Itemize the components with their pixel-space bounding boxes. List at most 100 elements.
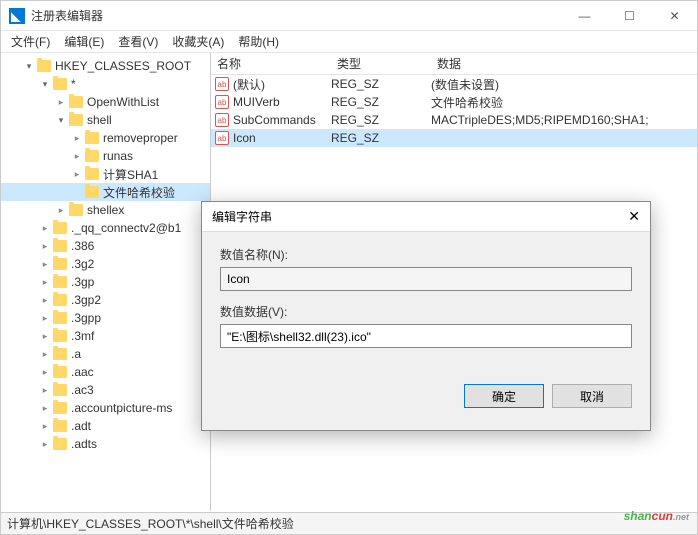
string-value-icon [215, 113, 229, 127]
tree-item[interactable]: * [1, 75, 210, 93]
value-type: REG_SZ [331, 95, 431, 109]
tree-item[interactable]: 计算SHA1 [1, 165, 210, 183]
tree-item[interactable]: .3gp [1, 273, 210, 291]
expander-icon[interactable] [39, 78, 51, 90]
ok-button[interactable]: 确定 [464, 384, 544, 408]
value-data: (数值未设置) [431, 76, 697, 93]
tree-item[interactable]: .adt [1, 417, 210, 435]
folder-icon [69, 204, 83, 216]
folder-icon [53, 420, 67, 432]
expander-icon[interactable] [39, 240, 51, 252]
expander-icon[interactable] [71, 150, 83, 162]
tree-item-label: shellex [87, 203, 124, 217]
expander-icon[interactable] [71, 132, 83, 144]
tree-item[interactable]: 文件哈希校验 [1, 183, 210, 201]
folder-icon [53, 348, 67, 360]
minimize-button[interactable]: — [562, 1, 607, 31]
expander-icon[interactable] [39, 312, 51, 324]
tree-item[interactable]: shell [1, 111, 210, 129]
value-name: Icon [233, 131, 256, 145]
menu-edit[interactable]: 编辑(E) [58, 31, 110, 52]
close-button[interactable]: ✕ [652, 1, 697, 31]
list-row[interactable]: Icon REG_SZ [211, 129, 697, 147]
app-icon [9, 8, 25, 24]
tree-item[interactable]: .3gp2 [1, 291, 210, 309]
expander-icon[interactable] [55, 96, 67, 108]
menu-help[interactable]: 帮助(H) [232, 31, 285, 52]
list-row[interactable]: SubCommandsREG_SZMACTripleDES;MD5;RIPEMD… [211, 111, 697, 129]
folder-icon [53, 78, 67, 90]
expander-icon[interactable] [39, 222, 51, 234]
column-type[interactable]: 类型 [331, 55, 431, 72]
cancel-button[interactable]: 取消 [552, 384, 632, 408]
column-data[interactable]: 数据 [431, 55, 697, 72]
expander-icon[interactable] [39, 276, 51, 288]
expander-icon[interactable] [23, 60, 35, 72]
value-type: REG_SZ [331, 131, 431, 145]
folder-icon [69, 96, 83, 108]
expander-icon[interactable] [39, 348, 51, 360]
expander-icon[interactable] [71, 168, 83, 180]
folder-icon [53, 402, 67, 414]
tree-item[interactable]: .a [1, 345, 210, 363]
menu-view[interactable]: 查看(V) [112, 31, 164, 52]
tree-item-label: .386 [71, 239, 94, 253]
tree-item[interactable]: .386 [1, 237, 210, 255]
expander-icon[interactable] [55, 114, 67, 126]
folder-icon [53, 276, 67, 288]
tree-panel: HKEY_CLASSES_ROOT * OpenWithList shell remov… [1, 53, 211, 511]
tree-item[interactable]: ._qq_connectv2@b1 [1, 219, 210, 237]
expander-icon[interactable] [55, 204, 67, 216]
menu-favorites[interactable]: 收藏夹(A) [166, 31, 230, 52]
value-type: REG_SZ [331, 77, 431, 91]
expander-icon[interactable] [39, 384, 51, 396]
window-controls: — ☐ ✕ [562, 1, 697, 31]
menu-file[interactable]: 文件(F) [5, 31, 56, 52]
statusbar: 计算机\HKEY_CLASSES_ROOT\*\shell\文件哈希校验 [1, 512, 697, 534]
tree-item[interactable]: HKEY_CLASSES_ROOT [1, 57, 210, 75]
value-data-label: 数值数据(V): [220, 303, 632, 320]
tree-item[interactable]: .3gpp [1, 309, 210, 327]
expander-icon[interactable] [39, 402, 51, 414]
column-name[interactable]: 名称 [211, 55, 331, 72]
menubar: 文件(F) 编辑(E) 查看(V) 收藏夹(A) 帮助(H) [1, 31, 697, 53]
maximize-button[interactable]: ☐ [607, 1, 652, 31]
value-data: 文件哈希校验 [431, 94, 697, 111]
tree-item[interactable]: OpenWithList [1, 93, 210, 111]
tree-item[interactable]: .3g2 [1, 255, 210, 273]
tree-item[interactable]: .accountpicture-ms [1, 399, 210, 417]
tree-item[interactable]: removeproper [1, 129, 210, 147]
tree-item[interactable]: .ac3 [1, 381, 210, 399]
expander-icon[interactable] [39, 420, 51, 432]
dialog-body: 数值名称(N): 数值数据(V): [202, 232, 650, 374]
expander-icon[interactable] [39, 330, 51, 342]
expander-icon[interactable] [39, 258, 51, 270]
tree-item-label: * [71, 77, 76, 91]
tree-item[interactable]: shellex [1, 201, 210, 219]
tree-item[interactable]: .aac [1, 363, 210, 381]
tree-item-label: .3gp2 [71, 293, 101, 307]
tree-item[interactable]: runas [1, 147, 210, 165]
expander-icon[interactable] [39, 438, 51, 450]
tree-item-label: runas [103, 149, 133, 163]
dialog-titlebar: 编辑字符串 ✕ [202, 202, 650, 232]
dialog-title: 编辑字符串 [212, 208, 272, 225]
list-row[interactable]: (默认)REG_SZ(数值未设置) [211, 75, 697, 93]
string-value-icon [215, 95, 229, 109]
string-value-icon [215, 77, 229, 91]
folder-icon [85, 186, 99, 198]
folder-icon [37, 60, 51, 72]
tree-item[interactable]: .3mf [1, 327, 210, 345]
dialog-close-button[interactable]: ✕ [628, 208, 640, 225]
value-data-input[interactable] [220, 324, 632, 348]
folder-icon [53, 438, 67, 450]
expander-icon[interactable] [39, 294, 51, 306]
value-name: SubCommands [233, 113, 316, 127]
tree-item-label: shell [87, 113, 112, 127]
tree-item-label: OpenWithList [87, 95, 159, 109]
expander-icon[interactable] [39, 366, 51, 378]
folder-icon [53, 330, 67, 342]
list-row[interactable]: MUIVerbREG_SZ文件哈希校验 [211, 93, 697, 111]
tree-item[interactable]: .adts [1, 435, 210, 453]
tree-item-label: .accountpicture-ms [71, 401, 172, 415]
